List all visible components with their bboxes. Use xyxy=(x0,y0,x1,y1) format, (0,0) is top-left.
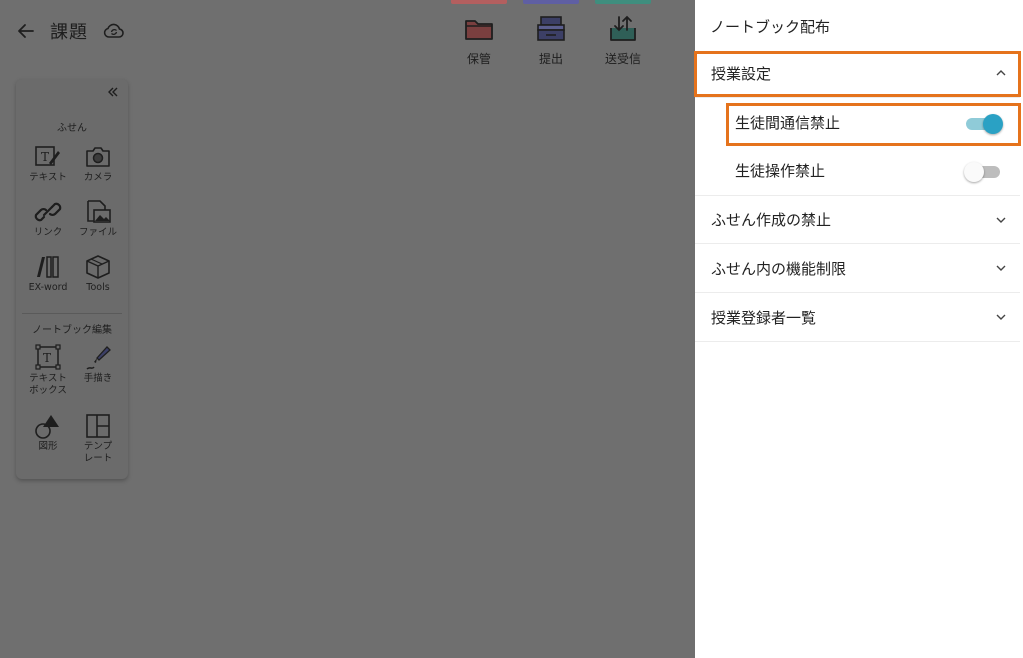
tool-label: ファイル xyxy=(78,227,117,238)
send-receive-button[interactable]: 送受信 xyxy=(587,0,659,67)
tool-label: カメラ xyxy=(83,172,113,183)
header: 課題 xyxy=(16,16,126,46)
template-icon xyxy=(86,414,110,438)
option-label: 生徒間通信禁止 xyxy=(735,114,841,132)
tool-label: 手描き xyxy=(83,373,113,384)
tool-file[interactable]: ファイル xyxy=(72,198,124,239)
store-accent xyxy=(451,0,507,4)
toolbox-icon xyxy=(86,255,110,279)
books-icon xyxy=(37,256,59,278)
store-label: 保管 xyxy=(466,52,491,66)
store-button[interactable]: 保管 xyxy=(443,0,515,67)
section-sticky-functions[interactable]: ふせん内の機能制限 xyxy=(695,244,1020,293)
section-label: ふせん内の機能制限 xyxy=(711,259,847,278)
panel-title: ノートブック配布 xyxy=(710,18,831,36)
file-image-icon xyxy=(87,200,111,223)
shapes-icon xyxy=(35,415,59,439)
toggle-knob xyxy=(964,161,984,182)
svg-text:T: T xyxy=(41,150,49,164)
tool-label: 図形 xyxy=(38,441,58,452)
submit-button[interactable]: 提出 xyxy=(515,0,587,67)
sticky-section-title: ふせん xyxy=(57,123,87,134)
tool-shapes[interactable]: 図形 xyxy=(22,412,74,453)
chevron-down-icon xyxy=(996,217,1006,223)
tool-tools[interactable]: Tools xyxy=(72,253,124,294)
pen-icon xyxy=(86,346,111,370)
section-label: 授業登録者一覧 xyxy=(711,308,817,327)
option-label: 生徒操作禁止 xyxy=(735,162,826,180)
tool-label: テンプ レート xyxy=(83,441,113,464)
section-label: ふせん作成の禁止 xyxy=(711,211,832,229)
arrow-left-icon[interactable] xyxy=(16,21,36,41)
text-note-icon: T xyxy=(35,146,60,166)
chevron-down-icon xyxy=(996,314,1006,320)
tool-label: テキスト ボックス xyxy=(29,373,67,396)
action-bar: 保管 提出 送受信 xyxy=(443,0,659,67)
section-class-members[interactable]: 授業登録者一覧 xyxy=(695,293,1020,342)
tool-label: テキスト xyxy=(29,172,67,183)
tool-template[interactable]: テンプ レート xyxy=(72,412,124,465)
send-receive-label: 送受信 xyxy=(604,52,641,66)
tool-camera[interactable]: カメラ xyxy=(72,143,124,184)
class-settings-label: 授業設定 xyxy=(711,64,772,83)
toggle-knob xyxy=(983,113,1003,134)
cloud-sync-icon[interactable] xyxy=(102,19,126,43)
svg-text:T: T xyxy=(43,351,51,365)
send-receive-icon xyxy=(610,15,636,41)
folder-icon xyxy=(465,20,493,40)
chevron-double-left-icon[interactable] xyxy=(106,85,120,99)
link-icon xyxy=(34,202,62,222)
option-no-student-communication: 生徒間通信禁止 xyxy=(695,98,1020,147)
student-communication-toggle[interactable] xyxy=(966,113,1003,134)
submit-label: 提出 xyxy=(538,52,563,66)
tool-link[interactable]: リンク xyxy=(22,198,74,239)
text-box-icon: T xyxy=(35,344,61,370)
camera-icon xyxy=(86,147,110,167)
option-no-student-operation: 生徒操作禁止 xyxy=(695,146,1020,195)
page-title: 課題 xyxy=(50,22,88,43)
student-operation-toggle[interactable] xyxy=(964,161,1002,182)
chevron-down-icon xyxy=(996,265,1006,271)
tool-text-note[interactable]: T テキスト xyxy=(22,143,74,184)
toolbox-divider xyxy=(22,313,122,314)
tool-palette: ふせん T テキスト カメラ リンク ファイル EX-word Tools ノー… xyxy=(16,79,128,479)
settings-panel: ノートブック配布 授業設定 生徒間通信禁止 生徒操作禁止 ふせん作成の禁止 ふせ… xyxy=(695,0,1023,658)
main-canvas: 課題 保管 提出 送受信 ふせん T テキスト カメラ リンク ファイル EX-… xyxy=(0,0,695,658)
tool-label: EX-word xyxy=(28,282,68,293)
tool-text-box[interactable]: T テキスト ボックス xyxy=(22,344,74,397)
chevron-up-icon xyxy=(996,70,1006,76)
send-receive-accent xyxy=(595,0,651,4)
class-settings-header[interactable]: 授業設定 xyxy=(695,49,1020,98)
tool-pen[interactable]: 手描き xyxy=(72,344,124,385)
tool-exword[interactable]: EX-word xyxy=(22,253,74,294)
notebook-section-title: ノートブック編集 xyxy=(32,325,112,336)
section-sticky-creation[interactable]: ふせん作成の禁止 xyxy=(695,195,1020,244)
tool-label: Tools xyxy=(86,282,110,293)
inbox-tray-icon xyxy=(537,16,565,41)
tool-label: リンク xyxy=(33,227,63,238)
submit-accent xyxy=(523,0,579,4)
